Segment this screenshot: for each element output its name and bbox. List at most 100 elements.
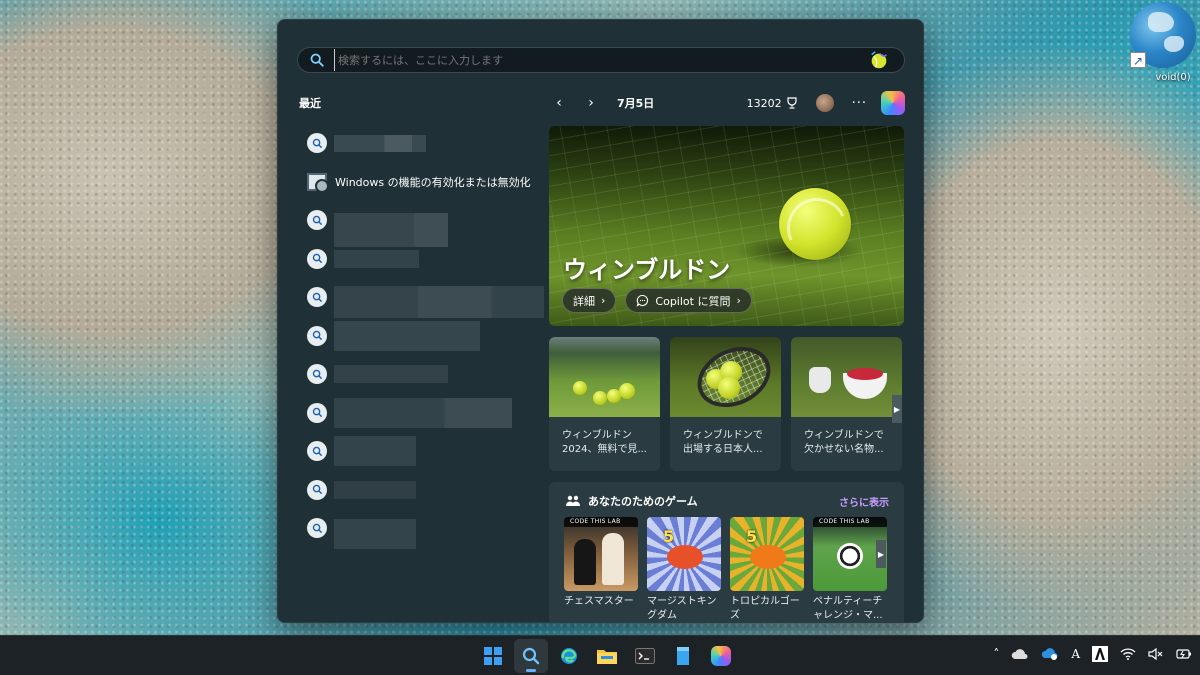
news-card[interactable]: ウィンブルドンで 欠かせない名物... ▶ bbox=[791, 337, 902, 471]
redacted-text bbox=[334, 436, 416, 467]
adobe-icon[interactable] bbox=[1092, 646, 1108, 662]
recent-heading: 最近 bbox=[299, 97, 321, 110]
file-explorer-button[interactable] bbox=[590, 639, 624, 673]
recent-item[interactable] bbox=[307, 278, 547, 319]
document-icon bbox=[677, 647, 689, 665]
tennis-ball-image bbox=[619, 383, 635, 399]
start-button[interactable] bbox=[476, 639, 510, 673]
recent-item[interactable] bbox=[307, 432, 547, 471]
recent-item[interactable] bbox=[307, 124, 547, 163]
tennis-ball-image bbox=[718, 377, 740, 399]
prev-arrow-icon[interactable]: ‹ bbox=[549, 93, 569, 113]
soccer-ball-image bbox=[837, 543, 863, 569]
news-card[interactable]: ウィンブルドンで 出場する日本人... bbox=[670, 337, 781, 471]
fish-image bbox=[667, 545, 703, 569]
scroll-right-arrow-icon[interactable]: ▶ bbox=[892, 395, 902, 423]
battery-icon[interactable] bbox=[1176, 648, 1192, 660]
rewards-points-value: 13202 bbox=[746, 96, 782, 110]
news-headline-line: ウィンブルドンで bbox=[804, 430, 884, 441]
onedrive-icon[interactable] bbox=[1011, 648, 1029, 660]
news-headline-line: 2024、無料で見... bbox=[562, 444, 647, 455]
rewards-points[interactable]: 13202 bbox=[747, 97, 798, 110]
taskbar-apps bbox=[476, 639, 738, 673]
rewards-trophy-icon bbox=[786, 97, 797, 109]
onedrive-sync-icon[interactable] bbox=[1041, 647, 1059, 661]
desktop-shortcut[interactable]: ↗ void(0) bbox=[1126, 0, 1200, 83]
game-badge: CODE THIS LAB bbox=[564, 517, 638, 527]
search-icon bbox=[307, 441, 327, 462]
edge-icon bbox=[561, 648, 577, 664]
redacted-text bbox=[334, 320, 480, 351]
feed-nav: ‹ › 7月5日 13202 ··· bbox=[549, 91, 905, 115]
tennis-ball-icon[interactable] bbox=[868, 49, 890, 71]
system-tray: ˄ A bbox=[993, 646, 1192, 662]
redacted-text bbox=[334, 249, 419, 268]
news-headline-line: ウィンブルドンで bbox=[683, 430, 763, 441]
tennis-ball-image bbox=[593, 391, 607, 405]
search-icon bbox=[307, 287, 327, 308]
game-title-line: グダム bbox=[647, 610, 677, 621]
recent-item[interactable] bbox=[307, 509, 547, 550]
jug-image bbox=[809, 367, 831, 393]
news-image bbox=[791, 337, 902, 417]
search-icon bbox=[307, 518, 327, 539]
game-title: チェスマスター bbox=[564, 595, 638, 609]
strawberry-bowl-image bbox=[843, 368, 887, 399]
tennis-ball-image bbox=[779, 188, 851, 260]
news-headline-line: 欠かせない名物... bbox=[804, 444, 884, 455]
news-headline: ウィンブルドン 2024、無料で見... bbox=[549, 417, 660, 457]
ask-copilot-button[interactable]: Copilot に質問 › bbox=[625, 288, 752, 313]
game-tile[interactable]: CODE THIS LAB ペナルティーチ ャレンジ・マ... bbox=[813, 517, 887, 622]
news-card[interactable]: ウィンブルドン 2024、無料で見... bbox=[549, 337, 660, 471]
copilot-taskbar-button[interactable] bbox=[704, 639, 738, 673]
game-title-line: チェスマスター bbox=[564, 596, 634, 607]
recent-item[interactable] bbox=[307, 471, 547, 510]
input-method-icon[interactable]: A bbox=[1071, 647, 1080, 661]
search-panel: 最近 Windows の機能の有効化または無効化 bbox=[277, 19, 924, 623]
search-taskbar-button[interactable] bbox=[514, 639, 548, 673]
redacted-text bbox=[334, 480, 416, 499]
games-section: あなたのためのゲーム さらに表示 CODE THIS LAB チェスマスター 5 bbox=[549, 482, 904, 622]
speaker-muted-icon[interactable] bbox=[1148, 648, 1164, 660]
redacted-text bbox=[334, 213, 448, 248]
search-icon bbox=[307, 248, 327, 269]
game-level-number: 5 bbox=[746, 527, 758, 546]
shortcut-arrow-icon: ↗ bbox=[1130, 52, 1146, 68]
game-title-line: マージストキン bbox=[647, 596, 717, 607]
recent-item[interactable] bbox=[307, 317, 547, 356]
edge-button[interactable] bbox=[552, 639, 586, 673]
game-tile[interactable]: 5 マージストキン グダム bbox=[647, 517, 721, 622]
search-box[interactable] bbox=[297, 47, 905, 73]
game-title: マージストキン グダム bbox=[647, 595, 721, 622]
avatar[interactable] bbox=[815, 94, 834, 112]
hero-card[interactable]: ウィンブルドン 詳細 › Copilot に質問 › bbox=[549, 126, 904, 326]
recent-item[interactable] bbox=[307, 394, 547, 433]
game-title-line: ペナルティーチ bbox=[813, 596, 883, 607]
details-label: 詳細 bbox=[573, 294, 595, 308]
fish-image bbox=[750, 545, 786, 569]
news-row: ウィンブルドン 2024、無料で見... ウィンブルドンで 出場する日本人... bbox=[549, 337, 904, 471]
recent-item[interactable] bbox=[307, 355, 547, 394]
game-tile[interactable]: CODE THIS LAB チェスマスター bbox=[564, 517, 638, 622]
copilot-icon bbox=[711, 646, 731, 666]
recent-list: Windows の機能の有効化または無効化 bbox=[307, 124, 547, 550]
recent-item-label: Windows の機能の有効化または無効化 bbox=[335, 175, 531, 189]
next-arrow-icon[interactable]: › bbox=[581, 93, 601, 113]
recent-item[interactable] bbox=[307, 201, 547, 248]
more-options-icon[interactable]: ··· bbox=[852, 96, 867, 111]
see-more-link[interactable]: さらに表示 bbox=[839, 494, 889, 509]
scroll-right-arrow-icon[interactable]: ▶ bbox=[876, 540, 886, 568]
game-tile[interactable]: 5 トロピカルゴー ズ bbox=[730, 517, 804, 622]
news-headline-line: 出場する日本人... bbox=[683, 444, 763, 455]
redacted-text bbox=[334, 134, 426, 152]
search-icon bbox=[307, 325, 327, 346]
chat-bubble-icon bbox=[637, 294, 649, 307]
chevron-up-icon[interactable]: ˄ bbox=[993, 647, 999, 661]
search-input[interactable] bbox=[334, 49, 868, 71]
copilot-icon[interactable] bbox=[881, 91, 905, 115]
notepad-button[interactable] bbox=[666, 639, 700, 673]
terminal-button[interactable] bbox=[628, 639, 662, 673]
recent-item-windows-features[interactable]: Windows の機能の有効化または無効化 bbox=[307, 163, 547, 202]
wifi-icon[interactable] bbox=[1120, 648, 1136, 660]
details-button[interactable]: 詳細 › bbox=[562, 288, 617, 313]
